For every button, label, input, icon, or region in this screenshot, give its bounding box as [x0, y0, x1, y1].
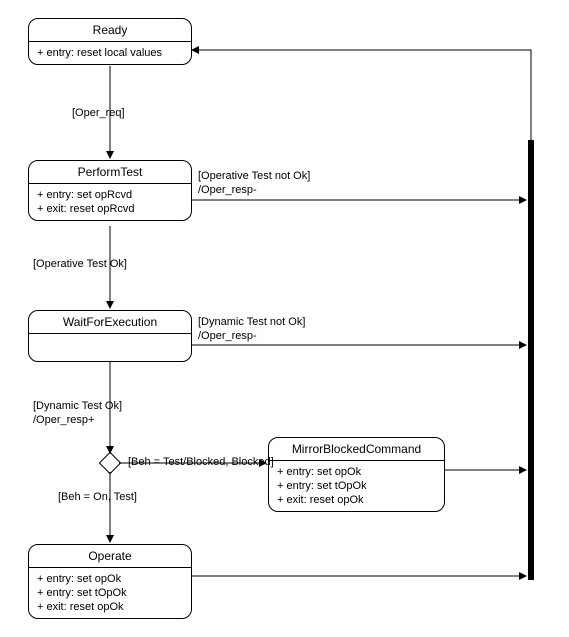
- state-mirrorblockedcommand-entry-1: + entry: set tOpOk: [277, 479, 436, 493]
- state-ready: Ready + entry: reset local values: [28, 18, 192, 65]
- state-mirrorblockedcommand-entry-2: + exit: reset opOk: [277, 493, 436, 507]
- label-dynamic-test-ok: [Dynamic Test Ok]: [33, 400, 122, 412]
- state-performtest: PerformTest + entry: set opRcvd + exit: …: [28, 160, 192, 221]
- state-operate-entry-1: + entry: set tOpOk: [37, 586, 183, 600]
- state-operate-body: + entry: set opOk + entry: set tOpOk + e…: [29, 568, 191, 618]
- label-dynamic-test-not-ok: [Dynamic Test not Ok]: [198, 316, 305, 328]
- label-operative-test-not-ok: [Operative Test not Ok]: [198, 170, 310, 182]
- state-ready-body: + entry: reset local values: [29, 42, 191, 64]
- state-mirrorblockedcommand-entry-0: + entry: set opOk: [277, 465, 436, 479]
- state-waitforexecution-body: [29, 334, 191, 342]
- label-oper-resp-plus: /Oper_resp+: [33, 414, 94, 426]
- state-ready-title: Ready: [29, 19, 191, 42]
- label-oper-req: [Oper_req]: [72, 107, 125, 119]
- label-beh-on-test: [Beh = On, Test]: [58, 491, 137, 503]
- state-performtest-body: + entry: set opRcvd + exit: reset opRcvd: [29, 184, 191, 220]
- state-mirrorblockedcommand-body: + entry: set opOk + entry: set tOpOk + e…: [269, 461, 444, 511]
- state-mirrorblockedcommand: MirrorBlockedCommand + entry: set opOk +…: [268, 437, 445, 512]
- state-diagram: Ready + entry: reset local values Perfor…: [0, 0, 569, 637]
- decision-node: [99, 452, 122, 475]
- state-performtest-entry-0: + entry: set opRcvd: [37, 188, 183, 202]
- label-oper-resp-minus-2: /Oper_resp-: [198, 330, 257, 342]
- state-operate-entry-2: + exit: reset opOk: [37, 600, 183, 614]
- state-operate-title: Operate: [29, 545, 191, 568]
- label-beh-test-blocked: [Beh = Test/Blocked, Blocked]: [128, 456, 274, 468]
- state-waitforexecution-title: WaitForExecution: [29, 311, 191, 334]
- label-operative-test-ok: [Operative Test Ok]: [33, 258, 127, 270]
- join-bar: [528, 140, 534, 580]
- state-waitforexecution: WaitForExecution: [28, 310, 192, 362]
- label-oper-resp-minus-1: /Oper_resp-: [198, 184, 257, 196]
- state-performtest-title: PerformTest: [29, 161, 191, 184]
- state-ready-entry-0: + entry: reset local values: [37, 46, 183, 60]
- state-mirrorblockedcommand-title: MirrorBlockedCommand: [269, 438, 444, 461]
- state-operate: Operate + entry: set opOk + entry: set t…: [28, 544, 192, 619]
- state-operate-entry-0: + entry: set opOk: [37, 572, 183, 586]
- state-performtest-entry-1: + exit: reset opRcvd: [37, 202, 183, 216]
